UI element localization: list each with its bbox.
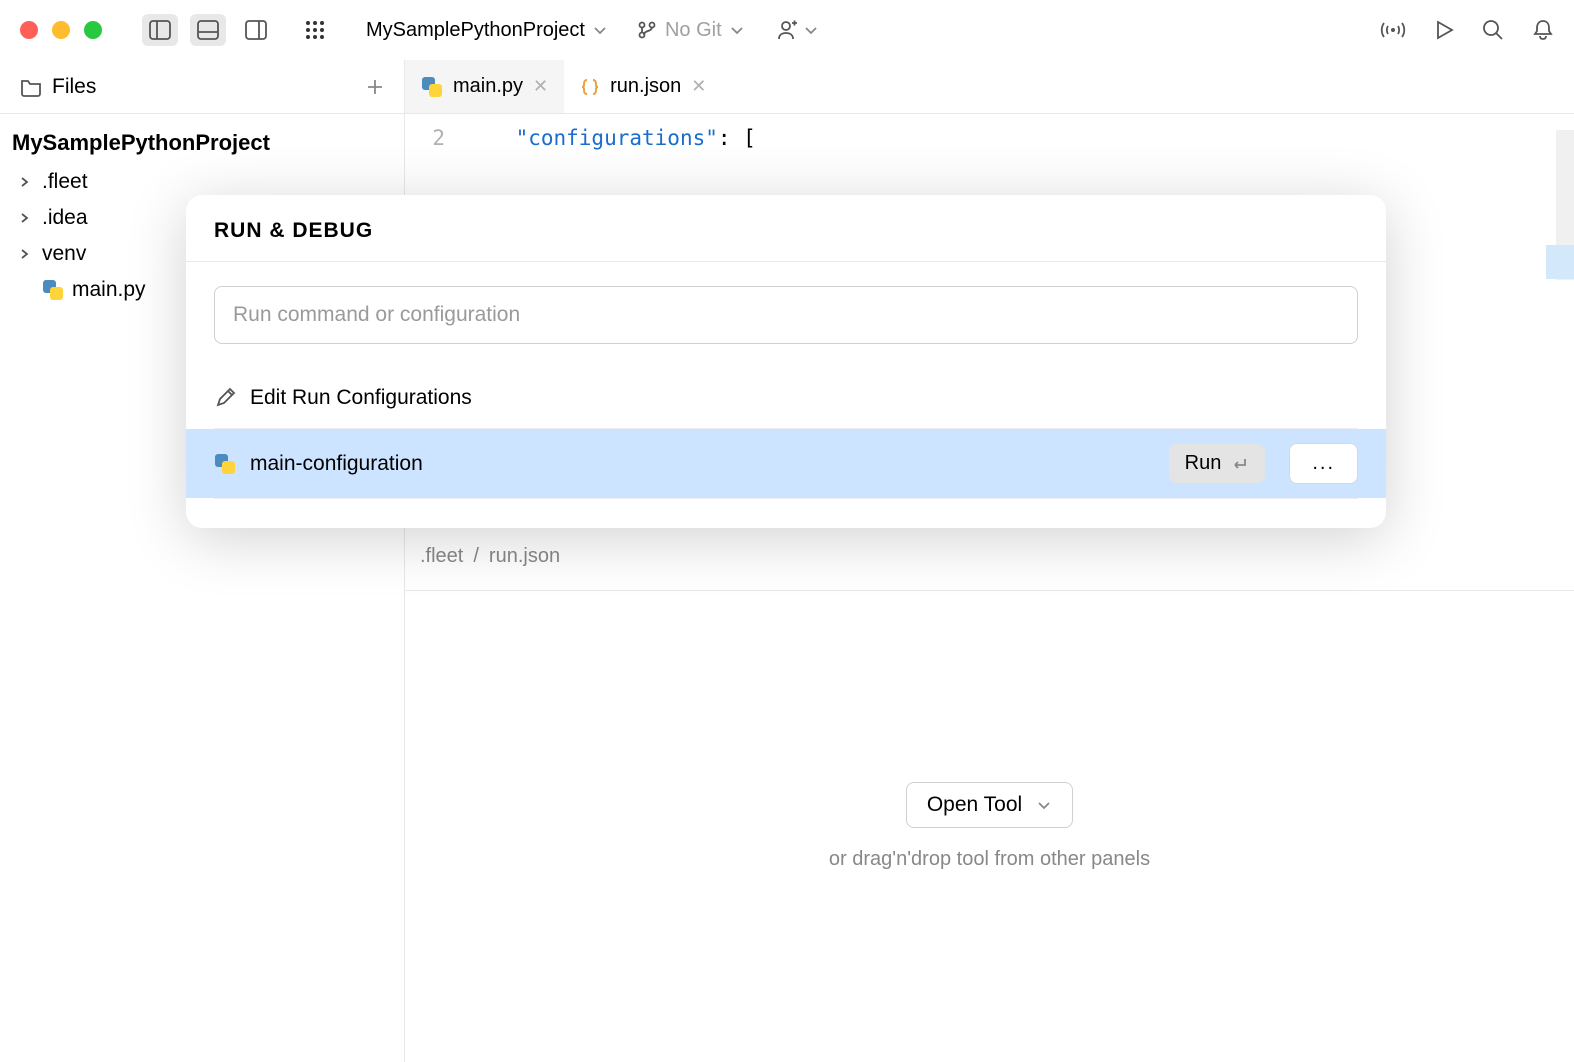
maximize-window-icon[interactable] <box>84 21 102 39</box>
git-label: No Git <box>665 19 722 42</box>
enter-key-icon <box>1231 456 1249 472</box>
project-selector[interactable]: MySamplePythonProject <box>366 19 607 42</box>
chevron-right-icon[interactable] <box>16 245 34 263</box>
pencil-icon <box>214 387 236 409</box>
tree-item-label: main.py <box>72 278 146 302</box>
plus-icon <box>366 78 384 96</box>
project-name: MySamplePythonProject <box>366 19 585 42</box>
add-user-icon <box>774 19 798 41</box>
python-file-icon <box>42 279 64 301</box>
run-icon[interactable] <box>1434 19 1454 41</box>
tree-item-label: .idea <box>42 206 88 230</box>
code-text: "configurations": [ <box>465 126 756 150</box>
tab-label: main.py <box>453 75 523 98</box>
add-tab-button[interactable] <box>360 72 390 102</box>
editor-tab[interactable]: run.json ✕ <box>564 60 722 113</box>
code-line: 2 "configurations": [ <box>405 122 1574 154</box>
chevron-down-icon <box>730 23 744 37</box>
tab-label: run.json <box>610 75 681 98</box>
close-tab-icon[interactable]: ✕ <box>533 76 548 97</box>
bottom-hint: or drag'n'drop tool from other panels <box>829 848 1150 871</box>
bottom-panel: Open Tool or drag'n'drop tool from other… <box>405 590 1574 1062</box>
open-tool-label: Open Tool <box>927 793 1022 817</box>
run-debug-title: RUN & DEBUG <box>186 195 1386 262</box>
json-file-icon <box>580 77 600 97</box>
run-debug-popup: RUN & DEBUG Edit Run Configurations main… <box>186 195 1386 528</box>
broadcast-icon[interactable] <box>1380 19 1406 41</box>
more-button[interactable]: ... <box>1289 443 1358 484</box>
chevron-down-icon <box>1036 797 1052 813</box>
close-tab-icon[interactable]: ✕ <box>691 76 706 97</box>
run-button-label: Run <box>1185 452 1222 475</box>
search-icon[interactable] <box>1482 19 1504 41</box>
sidebar-tabs: Files <box>0 60 404 114</box>
window-controls <box>20 21 102 39</box>
config-name: main-configuration <box>250 452 423 476</box>
run-configuration-item[interactable]: main-configuration Run ... <box>186 429 1386 498</box>
breadcrumb[interactable]: .fleet / run.json <box>420 545 560 568</box>
chevron-down-icon <box>804 23 818 37</box>
panel-bottom-icon <box>197 20 219 40</box>
panel-toggle-group <box>142 14 274 46</box>
chevron-down-icon <box>593 23 607 37</box>
titlebar-right <box>1380 18 1554 42</box>
more-label: ... <box>1312 452 1335 474</box>
bottom-panel-toggle[interactable] <box>190 14 226 46</box>
git-branch-icon <box>637 20 657 40</box>
python-file-icon <box>214 453 236 475</box>
open-tool-button[interactable]: Open Tool <box>906 782 1073 828</box>
edit-configs-label: Edit Run Configurations <box>250 386 472 410</box>
line-number: 2 <box>405 126 465 150</box>
minimap-highlight <box>1546 245 1574 279</box>
sidebar-tab-label: Files <box>52 75 96 99</box>
panel-left-icon <box>149 20 171 40</box>
apps-grid-icon[interactable] <box>304 19 326 41</box>
run-button[interactable]: Run <box>1169 444 1266 483</box>
editor-tab[interactable]: main.py ✕ <box>405 60 564 113</box>
close-window-icon[interactable] <box>20 21 38 39</box>
editor-tabs: main.py ✕ run.json ✕ <box>405 60 1574 114</box>
chevron-right-icon[interactable] <box>16 173 34 191</box>
folder-icon <box>20 77 42 97</box>
chevron-right-icon[interactable] <box>16 209 34 227</box>
tree-item-label: venv <box>42 242 86 266</box>
run-debug-body <box>186 262 1386 364</box>
add-user-button[interactable] <box>774 19 818 41</box>
left-panel-toggle[interactable] <box>142 14 178 46</box>
notifications-icon[interactable] <box>1532 18 1554 42</box>
code-editor[interactable]: 2 "configurations": [ <box>405 114 1574 162</box>
right-panel-toggle[interactable] <box>238 14 274 46</box>
tree-spacer <box>16 281 34 299</box>
edit-run-configurations[interactable]: Edit Run Configurations <box>186 364 1386 428</box>
run-command-input[interactable] <box>214 286 1358 344</box>
minimize-window-icon[interactable] <box>52 21 70 39</box>
titlebar: MySamplePythonProject No Git <box>0 0 1574 60</box>
breadcrumb-segment[interactable]: .fleet <box>420 545 463 568</box>
panel-right-icon <box>245 20 267 40</box>
popup-footer <box>214 498 1358 528</box>
sidebar-tab-files[interactable]: Files <box>14 73 102 101</box>
git-selector[interactable]: No Git <box>637 19 744 42</box>
project-root-name[interactable]: MySamplePythonProject <box>0 114 404 164</box>
python-file-icon <box>421 76 443 98</box>
breadcrumb-segment[interactable]: run.json <box>489 545 560 568</box>
tree-item-label: .fleet <box>42 170 88 194</box>
breadcrumb-separator: / <box>473 545 479 568</box>
